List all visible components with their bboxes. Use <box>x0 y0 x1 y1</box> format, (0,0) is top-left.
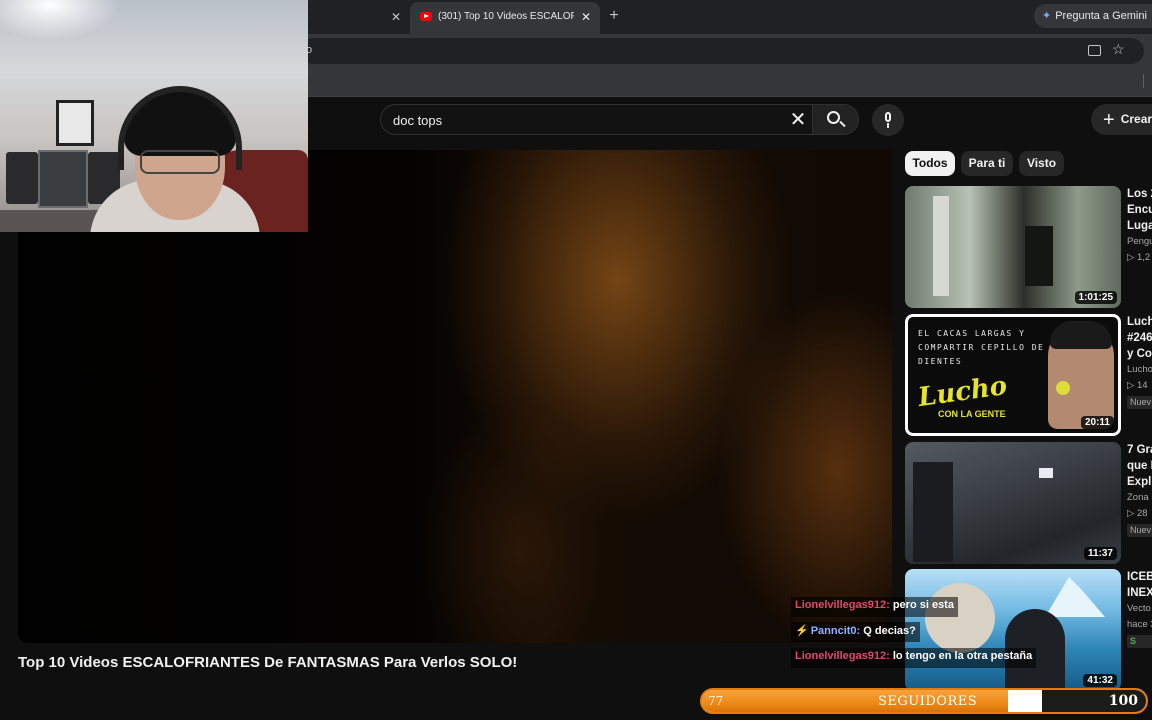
close-tab-icon[interactable]: ✕ <box>388 9 404 25</box>
video-thumbnail[interactable]: EL CACAS LARGAS Y COMPARTIR CEPILLO DE D… <box>905 314 1121 436</box>
clear-search-icon[interactable]: ✕ <box>787 109 809 131</box>
thumbnail-logo: Lucho <box>916 370 1009 414</box>
chip-para-ti[interactable]: Para ti <box>961 151 1013 176</box>
search-icon-handle <box>839 120 846 128</box>
bookmarks-divider <box>1143 74 1144 88</box>
channel-name[interactable]: Pengu <box>1127 236 1152 247</box>
related-title-line[interactable]: y Cor <box>1127 346 1152 362</box>
related-video-item[interactable]: 1:01:25 Los 2 Encu Luga Pengu ▷ 1,2 <box>905 186 1152 308</box>
address-bar[interactable]: o ☆ <box>300 38 1144 64</box>
microphone-icon-stand <box>887 123 889 128</box>
related-video-item[interactable]: EL CACAS LARGAS Y COMPARTIR CEPILLO DE D… <box>905 314 1152 436</box>
related-title-line[interactable]: ICEB <box>1127 569 1152 585</box>
chat-text: Q decias? <box>863 625 916 637</box>
voice-search-button[interactable] <box>872 104 904 136</box>
video-thumbnail[interactable]: 41:32 <box>905 569 1121 691</box>
new-tab-button[interactable]: + <box>605 7 623 25</box>
related-title-line[interactable]: #246 <box>1127 330 1152 346</box>
goal-target-count: 100 <box>1108 693 1138 709</box>
thumbnail-detail <box>1025 226 1053 286</box>
search-box: ✕ <box>380 104 812 135</box>
bookmark-star-icon[interactable]: ☆ <box>1112 41 1125 58</box>
goal-current-count: 77 <box>708 694 724 708</box>
create-label: Crear <box>1120 112 1152 126</box>
create-button[interactable]: + Crear <box>1091 104 1152 135</box>
new-badge: Nuev <box>1127 396 1152 409</box>
gemini-button[interactable]: ✦ Pregunta a Gemini <box>1034 4 1152 28</box>
related-video-item[interactable]: 41:32 ICEB INEX Vecto hace 3 S <box>905 569 1152 691</box>
gemini-sparkle-icon: ✦ <box>1042 10 1052 22</box>
chip-visto[interactable]: Visto <box>1019 151 1064 176</box>
stereo-icon <box>38 150 88 208</box>
headset-icon <box>118 86 242 170</box>
chat-username: Lionelvillegas912: <box>795 599 890 611</box>
chat-username: Panncit0: <box>810 625 861 637</box>
duration-badge: 11:37 <box>1083 547 1117 560</box>
video-thumbnail[interactable]: 11:37 <box>905 442 1121 564</box>
chat-text: lo tengo en la otra pestaña <box>892 650 1033 662</box>
status-badge: S <box>1127 635 1152 648</box>
video-thumbnail[interactable]: 1:01:25 <box>905 186 1121 308</box>
channel-name[interactable]: Lucho <box>1127 364 1152 375</box>
new-badge: Nuev <box>1127 524 1152 537</box>
search-icon <box>827 111 840 124</box>
chat-username: Lionelvillegas912: <box>795 650 890 662</box>
chat-text: pero si esta <box>892 599 954 611</box>
related-title-line[interactable]: Explic <box>1127 474 1152 490</box>
thumbnail-logo-subtitle: CON LA GENTE <box>938 409 1006 419</box>
related-title-line[interactable]: INEX <box>1127 585 1152 601</box>
chat-message: Lionelvillegas912: lo tengo en la otra p… <box>791 648 1037 668</box>
close-tab-icon[interactable]: ✕ <box>578 9 594 25</box>
chat-message: Lionelvillegas912: pero si esta <box>791 597 958 617</box>
tab-active[interactable]: (301) Top 10 Videos ESCALOFRIANTES ✕ <box>410 2 600 34</box>
iceberg-icon <box>1045 577 1105 617</box>
upload-date: hace 3 <box>1127 619 1152 630</box>
chat-badge-icon: ⚡ <box>795 625 809 637</box>
install-app-icon[interactable] <box>1088 45 1101 56</box>
goal-label: SEGUIDORES <box>878 694 978 709</box>
related-title-line[interactable]: 7 Gra <box>1127 442 1152 458</box>
webcam-light <box>0 0 120 40</box>
plus-icon: + <box>1103 109 1115 131</box>
view-count: ▷ 14 <box>1127 380 1148 391</box>
related-title-line[interactable]: Encu <box>1127 202 1152 218</box>
related-video-item[interactable]: 11:37 7 Gra que N Explic Zona ▷ 28 Nuev <box>905 442 1152 564</box>
tab-title: (301) Top 10 Videos ESCALOFRIANTES <box>438 11 574 22</box>
speaker-icon <box>6 152 38 204</box>
chip-todos[interactable]: Todos <box>905 151 955 176</box>
thumbnail-text: EL CACAS LARGAS Y COMPARTIR CEPILLO DE D… <box>918 329 1045 366</box>
follower-goal-bar: 77 SEGUIDORES 100 <box>700 688 1148 714</box>
video-title: Top 10 Videos ESCALOFRIANTES De FANTASMA… <box>18 654 518 671</box>
search-button[interactable] <box>812 104 859 135</box>
gemini-label: Pregunta a Gemini <box>1055 10 1147 22</box>
thumbnail-detail <box>1039 468 1053 478</box>
thumbnail-detail <box>925 583 995 653</box>
channel-name[interactable]: Vecto <box>1127 603 1152 614</box>
screen: ✕ (301) Top 10 Videos ESCALOFRIANTES ✕ +… <box>0 0 1152 720</box>
duration-badge: 20:11 <box>1080 416 1114 429</box>
thumbnail-person-hair <box>1050 321 1112 349</box>
related-title-line[interactable]: Los 2 <box>1127 186 1152 202</box>
related-title-line[interactable]: que N <box>1127 458 1152 474</box>
microphone-icon <box>885 112 891 122</box>
youtube-favicon-icon <box>420 12 432 21</box>
channel-name[interactable]: Zona <box>1127 492 1152 503</box>
picture-frame <box>56 100 94 146</box>
microphone-icon <box>1056 381 1070 395</box>
chat-message: ⚡ Panncit0: Q decias? <box>791 622 920 642</box>
duration-badge: 1:01:25 <box>1074 291 1117 304</box>
search-input[interactable] <box>393 112 773 128</box>
related-title-line[interactable]: Luga <box>1127 218 1152 234</box>
thumbnail-detail <box>913 462 953 562</box>
related-title-line[interactable]: Lucho <box>1127 314 1152 330</box>
webcam-overlay <box>0 0 308 232</box>
duration-badge: 41:32 <box>1083 674 1117 687</box>
view-count: ▷ 28 <box>1127 508 1148 519</box>
view-count: ▷ 1,2 <box>1127 252 1151 263</box>
thumbnail-detail <box>933 196 949 296</box>
